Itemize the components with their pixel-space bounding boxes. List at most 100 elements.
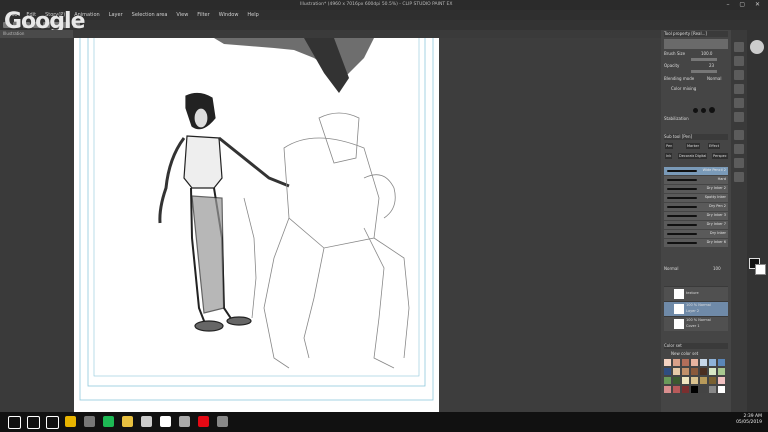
bleed-guide	[93, 35, 420, 377]
rough-sketch-figure	[243, 112, 410, 369]
subtool-tabs: Pen Marker Effect Ink Decorate Digital P…	[664, 142, 728, 164]
color-swatch[interactable]	[718, 368, 725, 375]
subview-icon[interactable]	[734, 70, 744, 80]
brush-item[interactable]: Dry Inker 2	[664, 185, 728, 193]
navigator-icon[interactable]	[734, 56, 744, 66]
brush-item[interactable]: Spotty Inker	[664, 194, 728, 202]
layer-property-icon[interactable]	[734, 42, 744, 52]
tab-effect[interactable]: Effect	[708, 143, 721, 149]
brush-item[interactable]: Dry Inker 6	[664, 239, 728, 247]
dot-small-icon[interactable]	[693, 108, 698, 113]
left-workspace	[0, 38, 70, 412]
eraser-icon[interactable]	[734, 172, 744, 182]
history-icon[interactable]	[734, 84, 744, 94]
tab-ink[interactable]: Ink	[665, 153, 673, 159]
tab-perspective[interactable]: Perspec	[712, 153, 728, 159]
menu-view[interactable]: View	[176, 12, 188, 18]
menu-window[interactable]: Window	[219, 12, 239, 18]
color-swatch[interactable]	[718, 377, 725, 384]
layer-row[interactable]: 100 % Normal Cover 1	[664, 316, 728, 331]
color-swatch[interactable]	[664, 377, 671, 384]
opacity-slider[interactable]	[691, 70, 717, 73]
brush-item[interactable]: Dry Pen 2	[664, 203, 728, 211]
color-swatch[interactable]	[691, 368, 698, 375]
tab-digital[interactable]: Digital	[694, 153, 708, 159]
layer-row[interactable]: 100 % Normal Layer 2	[664, 301, 728, 316]
explorer-icon[interactable]	[122, 416, 133, 427]
color-swatch[interactable]	[673, 359, 680, 366]
task-view-icon[interactable]	[46, 416, 59, 429]
brush-item[interactable]: Hard	[664, 176, 728, 184]
dot-medium-icon[interactable]	[701, 108, 706, 113]
color-swatch[interactable]	[709, 368, 716, 375]
brush-item[interactable]: Dry Inker 3	[664, 212, 728, 220]
brush-item[interactable]: Dry Inker 7	[664, 221, 728, 229]
material-icon[interactable]	[734, 98, 744, 108]
blending-value[interactable]: Normal	[707, 76, 727, 82]
chrome-icon[interactable]	[65, 416, 76, 427]
color-swatch[interactable]	[664, 386, 671, 393]
menu-selection[interactable]: Selection area	[132, 12, 168, 18]
brush-item[interactable]: Dry Inker	[664, 230, 728, 238]
dot-large-icon[interactable]	[709, 107, 715, 113]
layer-opacity[interactable]: 100	[713, 266, 725, 272]
drawing-canvas[interactable]	[74, 35, 439, 412]
tab-pen[interactable]: Pen	[665, 143, 674, 149]
spotify-icon[interactable]	[103, 416, 114, 427]
color-swatch[interactable]	[691, 359, 698, 366]
brush-size-slider[interactable]	[691, 58, 717, 61]
color-swatch-grid[interactable]	[664, 359, 728, 403]
color-swatch[interactable]	[709, 386, 716, 393]
canvas-artwork	[79, 35, 434, 401]
search-icon[interactable]	[27, 416, 40, 429]
app-icon[interactable]	[217, 416, 228, 427]
search-icon[interactable]	[734, 112, 744, 122]
color-swatch[interactable]	[709, 359, 716, 366]
color-swatch[interactable]	[700, 377, 707, 384]
sub-color-swatch[interactable]	[755, 264, 766, 275]
color-swatch[interactable]	[718, 359, 725, 366]
color-swatch[interactable]	[673, 386, 680, 393]
obs-icon[interactable]	[160, 416, 171, 427]
color-swatch[interactable]	[709, 377, 716, 384]
gear-icon[interactable]	[750, 40, 764, 54]
color-swatch[interactable]	[682, 386, 689, 393]
tab-marker[interactable]: Marker	[686, 143, 701, 149]
brush-preview	[664, 39, 728, 49]
color-swatch[interactable]	[718, 386, 725, 393]
pencil-icon[interactable]	[734, 144, 744, 154]
color-swatch[interactable]	[682, 368, 689, 375]
color-swatch[interactable]	[682, 377, 689, 384]
subtool-header: Sub tool [Pen]	[664, 134, 728, 140]
opacity-value[interactable]: 23	[709, 63, 726, 69]
clipstudio-icon[interactable]	[179, 416, 190, 427]
document-tab[interactable]: Illustration	[0, 30, 73, 38]
color-swatch[interactable]	[700, 359, 707, 366]
brush-item[interactable]: Wide Pencil 2	[664, 167, 728, 175]
menu-layer[interactable]: Layer	[109, 12, 123, 18]
brush-size-value[interactable]: 100.0	[701, 51, 726, 57]
layer-row[interactable]: texture	[664, 286, 728, 301]
windows-icon[interactable]	[8, 416, 21, 429]
brush-icon[interactable]	[734, 158, 744, 168]
window-controls[interactable]: – ▢ ✕	[726, 1, 764, 8]
netflix-icon[interactable]	[198, 416, 209, 427]
color-set-name[interactable]: New color set	[671, 351, 735, 357]
pen-icon[interactable]	[734, 130, 744, 140]
color-swatch[interactable]	[691, 386, 698, 393]
gmail-icon[interactable]	[84, 416, 95, 427]
color-set-header: Color set	[664, 343, 728, 349]
color-swatch[interactable]	[700, 368, 707, 375]
color-swatch[interactable]	[673, 368, 680, 375]
mail-icon[interactable]	[141, 416, 152, 427]
color-swatch[interactable]	[700, 386, 707, 393]
menu-help[interactable]: Help	[247, 12, 258, 18]
color-swatch[interactable]	[682, 359, 689, 366]
color-swatch[interactable]	[664, 368, 671, 375]
color-swatch[interactable]	[673, 377, 680, 384]
color-swatch[interactable]	[691, 377, 698, 384]
color-mixing-label[interactable]: Color mixing	[671, 86, 735, 92]
color-swatch[interactable]	[664, 359, 671, 366]
menu-filter[interactable]: Filter	[197, 12, 209, 18]
system-clock[interactable]: 2:39 AM 05/05/2019	[736, 414, 762, 426]
